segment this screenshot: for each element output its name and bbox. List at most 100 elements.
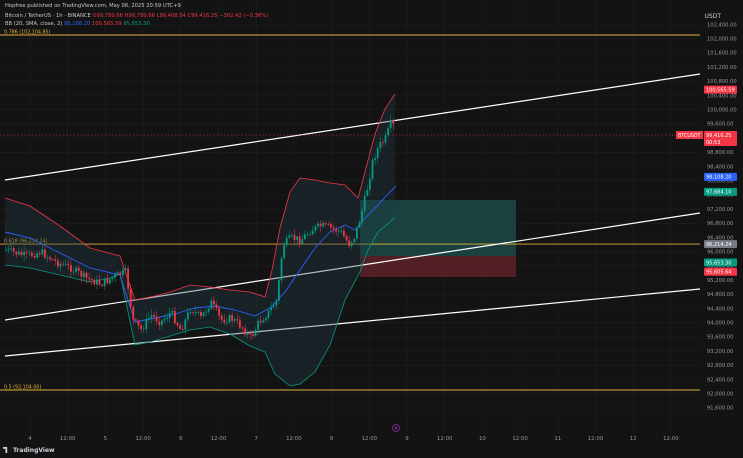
badge-bb-upper: 100,565.59 bbox=[704, 85, 737, 94]
price-tick-label: 92,400.00 bbox=[707, 377, 733, 383]
candle-body bbox=[249, 332, 252, 335]
candle-body bbox=[122, 270, 124, 276]
candle-body bbox=[10, 248, 12, 249]
candle-body bbox=[348, 240, 350, 246]
badge-bb-basis: 98,108.20 bbox=[704, 172, 737, 181]
tradingview-logo[interactable]: TradingView bbox=[3, 447, 55, 454]
candle-body bbox=[202, 312, 205, 317]
badge-entry-text: 96,214.24 bbox=[706, 242, 731, 248]
time-tick-label: 12:00 bbox=[286, 436, 302, 442]
badge-btcusdt: BTCUSDT 99,416.2500:53 bbox=[676, 131, 737, 146]
badge-btcusdt-name: BTCUSDT bbox=[678, 133, 701, 139]
time-tick-label: 6 bbox=[179, 436, 183, 442]
fib-level-label: 0.786 (102,104.85) bbox=[4, 29, 51, 35]
candle-body bbox=[127, 268, 129, 289]
candle-body bbox=[267, 310, 270, 319]
time-tick-label: 4 bbox=[28, 436, 32, 442]
candle-body bbox=[272, 305, 275, 308]
candle-body bbox=[311, 230, 314, 235]
candle-body bbox=[293, 234, 296, 241]
candle-body bbox=[392, 120, 395, 124]
candle-body bbox=[218, 308, 220, 316]
candle-body bbox=[340, 230, 343, 232]
candle-body bbox=[150, 315, 153, 318]
price-tick-label: 101,200.00 bbox=[707, 65, 737, 71]
candle-body bbox=[374, 158, 376, 160]
candle-body bbox=[387, 128, 389, 136]
candle-body bbox=[358, 222, 361, 228]
candle-body bbox=[161, 320, 163, 325]
candle-body bbox=[49, 257, 51, 260]
candle-body bbox=[184, 319, 187, 330]
currency-label: USDT bbox=[704, 13, 722, 20]
candle-body bbox=[54, 259, 57, 261]
price-tick-label: 102,000.00 bbox=[707, 37, 737, 43]
candle-body bbox=[296, 236, 298, 241]
candle-body bbox=[64, 263, 67, 265]
bb-lower-value: 95,653.30 bbox=[123, 21, 150, 27]
symbol-title[interactable]: Bitcoin / TetherUS · 1h · BINANCE bbox=[5, 13, 91, 19]
price-tick-label: 100,400.00 bbox=[707, 93, 737, 99]
candle-body bbox=[280, 258, 283, 281]
candle-body bbox=[25, 251, 28, 253]
price-tick-label: 98,800.00 bbox=[707, 150, 733, 156]
candle-body bbox=[314, 226, 317, 231]
time-tick-label: 12:00 bbox=[588, 436, 604, 442]
candle-body bbox=[278, 280, 280, 301]
price-tick-label: 101,600.00 bbox=[707, 51, 737, 57]
badge-btc-timer: 00:53 bbox=[706, 140, 720, 146]
bb-basis-value: 98,108.20 bbox=[63, 21, 91, 27]
candle-body bbox=[335, 228, 337, 232]
candle-body bbox=[257, 320, 259, 330]
candle-body bbox=[350, 242, 353, 246]
candle-body bbox=[116, 272, 119, 275]
candle-body bbox=[59, 263, 62, 267]
bb-legend[interactable]: BB (20, SMA, close, 2) 98,108.20 100,565… bbox=[5, 21, 150, 27]
price-tick-label: 94,000.00 bbox=[707, 321, 733, 327]
candle-body bbox=[306, 234, 309, 236]
candle-body bbox=[361, 210, 363, 223]
price-tick-label: 93,200.00 bbox=[707, 349, 733, 355]
badge-stop: 95,605.64 bbox=[704, 267, 737, 276]
candle-body bbox=[168, 312, 171, 318]
time-tick-label: 12:00 bbox=[512, 436, 528, 442]
time-tick-label: 9 bbox=[405, 436, 409, 442]
time-tick-label: 12:00 bbox=[362, 436, 378, 442]
candle-body bbox=[174, 310, 176, 324]
candle-body bbox=[142, 329, 145, 330]
candle-body bbox=[85, 272, 88, 278]
price-tick-label: 99,600.00 bbox=[707, 122, 733, 128]
candle-body bbox=[155, 316, 158, 322]
price-tick-label: 95,200.00 bbox=[707, 278, 733, 284]
price-chart[interactable]: 102,400.00 102,000.00 101,600.00 101,200.00… bbox=[0, 0, 743, 458]
candle-body bbox=[353, 238, 356, 243]
candle-body bbox=[317, 223, 319, 227]
price-tick-label: 94,800.00 bbox=[707, 292, 733, 298]
time-tick-label: 12:00 bbox=[135, 436, 151, 442]
candle-body bbox=[345, 236, 348, 241]
candle-body bbox=[259, 320, 262, 323]
candle-body bbox=[23, 251, 25, 256]
price-tick-label: 96,800.00 bbox=[707, 221, 733, 227]
candle-body bbox=[194, 312, 197, 313]
candle-body bbox=[327, 224, 330, 225]
candle-body bbox=[187, 312, 189, 320]
candle-body bbox=[119, 272, 122, 276]
candle-body bbox=[12, 248, 15, 252]
candle-body bbox=[114, 274, 116, 278]
price-tick-label: 98,400.00 bbox=[707, 164, 733, 170]
candle-body bbox=[200, 312, 202, 317]
candle-body bbox=[62, 263, 64, 265]
price-tick-label: 97,200.00 bbox=[707, 207, 733, 213]
price-tick-label: 93,600.00 bbox=[707, 335, 733, 341]
candle-body bbox=[111, 277, 114, 280]
fib-level-label: 0.5 (92,104.00) bbox=[4, 385, 41, 391]
price-tick-label: 91,600.00 bbox=[707, 406, 733, 412]
price-tick-label: 96,000.00 bbox=[707, 250, 733, 256]
candle-body bbox=[96, 279, 98, 285]
candle-body bbox=[239, 320, 241, 328]
candle-body bbox=[228, 314, 231, 323]
candle-body bbox=[384, 135, 387, 143]
candle-body bbox=[148, 317, 150, 319]
footer-bar bbox=[0, 443, 743, 458]
